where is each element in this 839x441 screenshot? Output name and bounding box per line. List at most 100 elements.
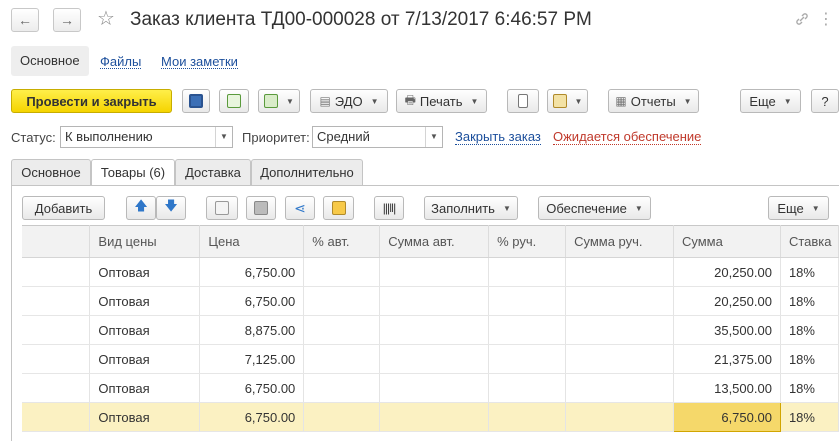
nav-tab-main[interactable]: Основное xyxy=(11,46,89,76)
table-row[interactable]: Оптовая 6,750.00 20,250.00 18% xyxy=(22,286,839,316)
more-button[interactable]: Еще ▼ xyxy=(740,89,801,113)
column-header-auto-percent[interactable]: % авт. xyxy=(303,225,381,258)
cell-price[interactable]: 6,750.00 xyxy=(199,257,305,287)
cell-price[interactable]: 7,125.00 xyxy=(199,344,305,374)
cell-manual-sum[interactable] xyxy=(565,344,674,374)
post-and-close-button[interactable]: Провести и закрыть xyxy=(11,89,172,113)
column-header-rate[interactable]: Ставка xyxy=(780,225,839,258)
nav-tab-notes[interactable]: Мои заметки xyxy=(161,54,238,69)
cell-manual-sum[interactable] xyxy=(565,286,674,316)
cell-price-type[interactable]: Оптовая xyxy=(89,402,201,432)
edo-button[interactable]: ▤ ЭДО ▼ xyxy=(310,89,388,113)
cell-rate[interactable]: 18% xyxy=(780,373,839,403)
forward-button[interactable]: → xyxy=(53,8,81,32)
cell-auto-percent[interactable] xyxy=(303,344,381,374)
cell-manual-percent[interactable] xyxy=(488,344,567,374)
paste-button[interactable] xyxy=(246,196,276,220)
cell-price[interactable]: 6,750.00 xyxy=(199,373,305,403)
cell-rate[interactable]: 18% xyxy=(780,315,839,345)
awaiting-provision-link[interactable]: Ожидается обеспечение xyxy=(553,130,702,145)
cell-rate[interactable]: 18% xyxy=(780,344,839,374)
close-order-link[interactable]: Закрыть заказ xyxy=(455,130,541,145)
column-header-price[interactable]: Цена xyxy=(199,225,305,258)
cell-manual-sum[interactable] xyxy=(565,257,674,287)
cell-auto-percent[interactable] xyxy=(303,315,381,345)
cell-sum[interactable]: 35,500.00 xyxy=(673,315,781,345)
cell-price[interactable]: 6,750.00 xyxy=(199,402,305,432)
cell-price-type[interactable]: Оптовая xyxy=(89,373,201,403)
copy-button[interactable] xyxy=(206,196,238,220)
related-documents-button[interactable]: ▼ xyxy=(547,89,588,113)
create-based-on-button[interactable]: ▼ xyxy=(258,89,300,113)
cell-price-type[interactable]: Оптовая xyxy=(89,315,201,345)
cell-rate[interactable]: 18% xyxy=(780,402,839,432)
table-row-selected[interactable]: Оптовая 6,750.00 6,750.00 18% xyxy=(22,402,839,432)
split-row-button[interactable]: ⋖ xyxy=(285,196,315,220)
column-header-sum[interactable]: Сумма xyxy=(673,225,781,258)
cell-auto-sum[interactable] xyxy=(379,344,490,374)
chevron-down-icon[interactable]: ▼ xyxy=(425,127,442,147)
cell-sum[interactable]: 21,375.00 xyxy=(673,344,781,374)
table-more-button[interactable]: Еще ▼ xyxy=(768,196,829,220)
more-vertical-icon[interactable]: ⋮ xyxy=(815,8,837,30)
cell-manual-sum[interactable] xyxy=(565,315,674,345)
cell-sum[interactable]: 20,250.00 xyxy=(673,286,781,316)
link-icon[interactable] xyxy=(791,8,813,30)
barcode-button[interactable]: |||‖| xyxy=(374,196,404,220)
add-button[interactable]: Добавить xyxy=(22,196,105,220)
cell-price[interactable]: 6,750.00 xyxy=(199,286,305,316)
cell-manual-sum[interactable] xyxy=(565,402,674,432)
tab-goods[interactable]: Товары (6) xyxy=(91,159,175,186)
document-list-button[interactable] xyxy=(507,89,539,113)
cell-manual-percent[interactable] xyxy=(488,315,567,345)
cell-sum[interactable]: 20,250.00 xyxy=(673,257,781,287)
cell-auto-percent[interactable] xyxy=(303,286,381,316)
favorite-star-icon[interactable]: ☆ xyxy=(97,6,115,31)
table-row[interactable]: Оптовая 7,125.00 21,375.00 18% xyxy=(22,344,839,374)
cell-manual-percent[interactable] xyxy=(488,402,567,432)
tab-delivery[interactable]: Доставка xyxy=(175,159,251,185)
column-header-price-type[interactable]: Вид цены xyxy=(89,225,201,258)
cell-auto-percent[interactable] xyxy=(303,373,381,403)
cell-rate[interactable]: 18% xyxy=(780,257,839,287)
fill-button[interactable]: Заполнить ▼ xyxy=(424,196,518,220)
cell-sum-current[interactable]: 6,750.00 xyxy=(673,402,781,432)
cell-auto-sum[interactable] xyxy=(379,286,490,316)
provision-button[interactable]: Обеспечение ▼ xyxy=(538,196,651,220)
save-button[interactable] xyxy=(182,89,210,113)
cell-manual-percent[interactable] xyxy=(488,257,567,287)
cell-auto-sum[interactable] xyxy=(379,373,490,403)
cell-auto-percent[interactable] xyxy=(303,257,381,287)
table-row[interactable]: Оптовая 8,875.00 35,500.00 18% xyxy=(22,315,839,345)
back-button[interactable]: ← xyxy=(11,8,39,32)
status-select[interactable]: К выполнению ▼ xyxy=(60,126,233,148)
cell-price-type[interactable]: Оптовая xyxy=(89,257,201,287)
column-header-manual-sum[interactable]: Сумма руч. xyxy=(565,225,674,258)
cell-rate[interactable]: 18% xyxy=(780,286,839,316)
cell-auto-sum[interactable] xyxy=(379,315,490,345)
cell-auto-sum[interactable] xyxy=(379,402,490,432)
column-header-auto-sum[interactable]: Сумма авт. xyxy=(379,225,490,258)
cell-price[interactable]: 8,875.00 xyxy=(199,315,305,345)
post-button[interactable] xyxy=(219,89,249,113)
table-row[interactable]: Оптовая 6,750.00 13,500.00 18% xyxy=(22,373,839,403)
move-down-button[interactable]: 🡇 xyxy=(156,196,186,220)
tab-main[interactable]: Основное xyxy=(11,159,91,185)
table-row[interactable]: Оптовая 6,750.00 20,250.00 18% xyxy=(22,257,839,287)
selection-button[interactable] xyxy=(323,196,354,220)
cell-auto-sum[interactable] xyxy=(379,257,490,287)
help-button[interactable]: ? xyxy=(811,89,839,113)
cell-price-type[interactable]: Оптовая xyxy=(89,286,201,316)
cell-manual-percent[interactable] xyxy=(488,286,567,316)
priority-select[interactable]: Средний ▼ xyxy=(312,126,443,148)
reports-button[interactable]: ▦ Отчеты ▼ xyxy=(608,89,699,113)
cell-sum[interactable]: 13,500.00 xyxy=(673,373,781,403)
cell-price-type[interactable]: Оптовая xyxy=(89,344,201,374)
cell-auto-percent[interactable] xyxy=(303,402,381,432)
chevron-down-icon[interactable]: ▼ xyxy=(215,127,232,147)
cell-manual-sum[interactable] xyxy=(565,373,674,403)
tab-additional[interactable]: Дополнительно xyxy=(251,159,363,185)
column-header-manual-percent[interactable]: % руч. xyxy=(488,225,567,258)
move-up-button[interactable]: 🡅 xyxy=(126,196,156,220)
nav-tab-files[interactable]: Файлы xyxy=(100,54,142,69)
